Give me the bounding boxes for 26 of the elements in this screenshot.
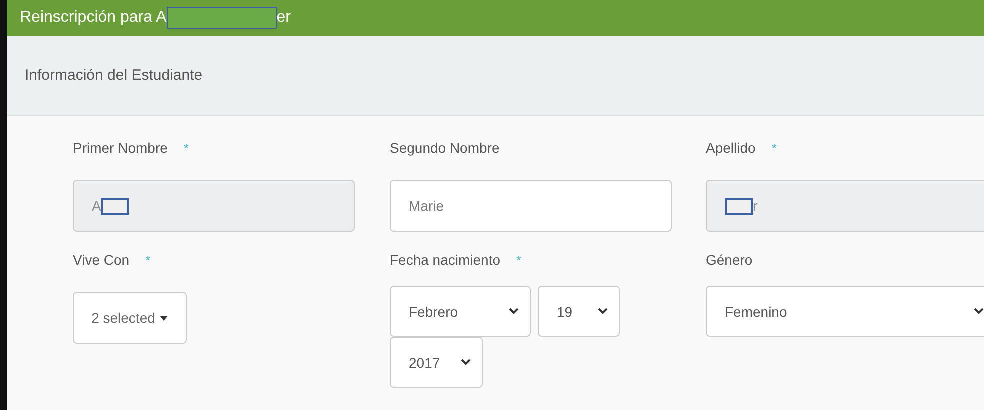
field-label: Fecha nacimiento bbox=[390, 252, 501, 268]
required-mark: * bbox=[146, 252, 151, 268]
page-title: Reinscripción para A bbox=[20, 8, 167, 28]
required-mark: * bbox=[184, 140, 189, 156]
redaction-box bbox=[101, 198, 130, 214]
chevron-icon bbox=[598, 308, 608, 315]
chevron-icon bbox=[509, 308, 519, 315]
field-label: Segundo Nombre bbox=[390, 140, 500, 156]
field-label: Primer Nombre bbox=[73, 140, 168, 156]
select-field[interactable]: 19 bbox=[538, 286, 620, 337]
input-field[interactable]: Marie bbox=[390, 180, 672, 232]
multiselect-button[interactable]: 2 selected bbox=[73, 292, 187, 344]
select-field[interactable]: Febrero bbox=[390, 286, 531, 337]
required-mark: * bbox=[516, 252, 522, 268]
select-field[interactable]: Femenino bbox=[706, 286, 984, 337]
field-label: Vive Con bbox=[73, 252, 130, 268]
select-field[interactable]: 2017 bbox=[390, 337, 483, 388]
required-mark: * bbox=[772, 140, 777, 156]
page-title: er bbox=[276, 8, 291, 28]
section-title: Información del Estudiante bbox=[25, 67, 203, 84]
redaction-box bbox=[725, 198, 753, 214]
field-label: Género bbox=[706, 252, 753, 268]
caret-icon bbox=[160, 316, 168, 320]
field-label: Apellido bbox=[706, 140, 756, 156]
chevron-icon bbox=[974, 308, 984, 315]
chevron-icon bbox=[461, 359, 471, 366]
